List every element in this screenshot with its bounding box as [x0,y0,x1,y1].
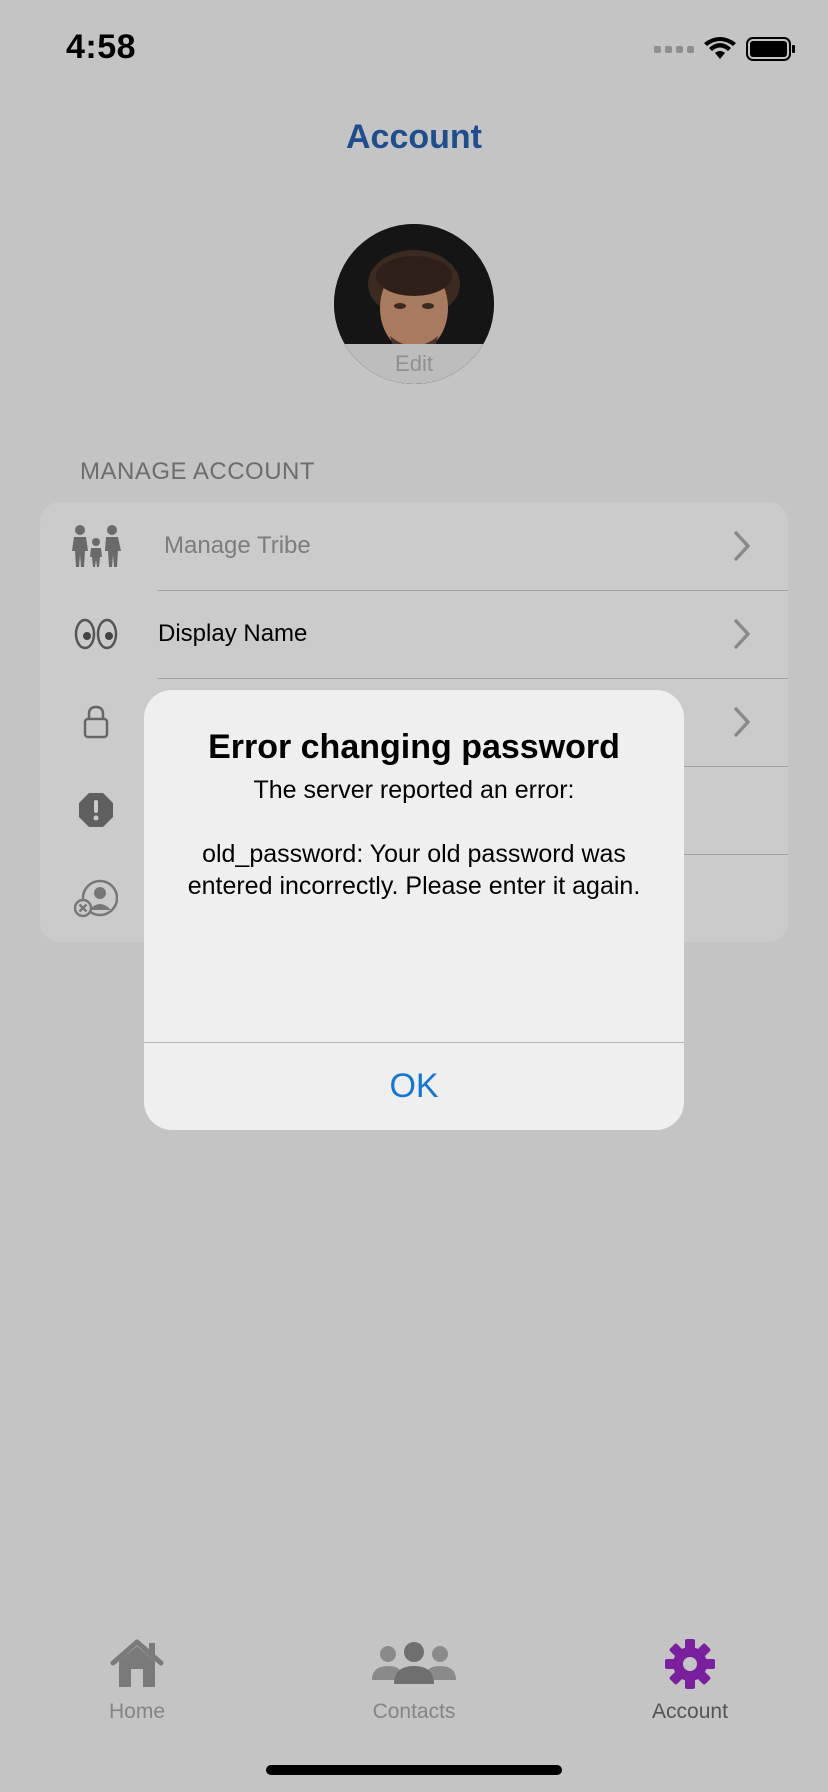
list-item-label: Manage Tribe [164,532,311,559]
wifi-icon [704,37,736,61]
chevron-right-icon [734,707,750,737]
chevron-right-icon [734,619,750,649]
avatar-edit-button[interactable]: Edit [334,344,494,384]
alert-title: Error changing password [208,728,620,766]
status-icons [654,34,796,64]
ok-button[interactable]: OK [144,1043,684,1130]
status-time: 4:58 [66,28,137,66]
tab-label: Account [652,1700,728,1723]
battery-icon [746,37,796,61]
tab-label: Contacts [372,1700,456,1723]
remove-user-icon [70,872,122,924]
alert-message: The server reported an error: old_passwo… [187,776,641,900]
gear-icon [590,1636,790,1692]
status-bar: 4:58 [0,0,828,100]
error-alert-dialog: Error changing password The server repor… [144,690,684,1130]
page-title: Account [346,118,482,156]
warning-octagon-icon [70,784,122,836]
lock-icon [70,696,122,748]
list-item-manage-tribe[interactable]: Manage Tribe [40,502,788,590]
chevron-right-icon [734,531,750,561]
tab-home[interactable]: Home [37,1636,237,1724]
avatar[interactable]: Edit [334,224,494,384]
section-header: MANAGE ACCOUNT [80,458,316,485]
tab-label: Home [108,1700,166,1723]
list-item-label: Display Name [158,620,308,647]
eyes-icon [70,608,122,660]
list-item-display-name[interactable]: Display Name [40,590,788,678]
home-icon [37,1636,237,1692]
home-indicator [266,1765,562,1775]
contacts-icon [314,1636,514,1692]
family-icon [70,520,122,572]
tab-account[interactable]: Account [590,1636,790,1724]
cellular-signal-icon [654,45,694,53]
tab-contacts[interactable]: Contacts [314,1636,514,1724]
tab-bar: Home Contacts Account [0,1620,828,1723]
